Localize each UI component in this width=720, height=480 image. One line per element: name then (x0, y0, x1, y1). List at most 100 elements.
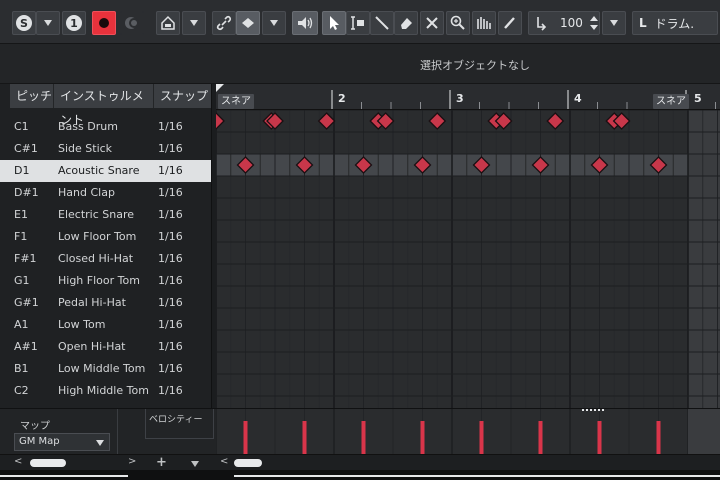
drum-instrument: High Floor Tom (58, 274, 140, 287)
velocity-bar[interactable] (597, 421, 602, 454)
drum-list-row[interactable]: G1 High Floor Tom 1/16 (0, 270, 211, 292)
pitch-column-header[interactable]: ピッチ (10, 84, 54, 108)
drum-pitch: B1 (14, 362, 29, 375)
velocity-bar[interactable] (538, 421, 543, 454)
drum-map-prefix: L (639, 16, 647, 30)
drum-pitch: A#1 (14, 340, 38, 353)
drum-instrument: Low Middle Tom (58, 362, 146, 375)
part-start-label: スネア (218, 94, 254, 109)
quantize-value-field[interactable]: 100 (528, 11, 600, 35)
selection-status: 選択オブジェクトなし (420, 59, 530, 72)
scroll-left-icon[interactable]: < (220, 456, 228, 467)
drum-pitch: E1 (14, 208, 28, 221)
draw-line-tool[interactable] (370, 11, 394, 35)
drum-list-row[interactable]: B1 Low Middle Tom 1/16 (0, 358, 211, 380)
drum-list-row[interactable]: A#1 Open Hi-Hat 1/16 (0, 336, 211, 358)
inspector-button[interactable] (156, 11, 180, 35)
home-icon (161, 15, 175, 30)
edit-mode-dropdown-button[interactable] (262, 11, 286, 35)
velocity-bar[interactable] (243, 421, 248, 454)
drum-instrument: Bass Drum (58, 120, 118, 133)
event-display[interactable] (216, 110, 720, 408)
velocity-bar[interactable] (361, 421, 366, 454)
link-button[interactable] (212, 11, 236, 35)
drum-list-row[interactable]: F#1 Closed Hi-Hat 1/16 (0, 248, 211, 270)
listen-button[interactable]: 1 (62, 11, 86, 35)
bass-drum-note[interactable] (216, 112, 225, 130)
auto-scroll-button[interactable] (120, 11, 144, 35)
bar-number: 5 (694, 92, 702, 105)
velocity-lane[interactable] (216, 408, 720, 454)
drum-list-row[interactable]: C2 High Middle Tom 1/16 (0, 380, 211, 402)
drumstick-tool[interactable] (472, 11, 496, 35)
event-grid[interactable] (216, 110, 720, 408)
drum-list-scrollbar-thumb[interactable] (30, 459, 66, 467)
chevron-down-icon (190, 20, 198, 26)
drum-pitch: F1 (14, 230, 28, 243)
quantize-value: 100 (560, 16, 583, 30)
zoom-icon (450, 15, 465, 30)
mute-tool[interactable] (420, 11, 444, 35)
velocity-lane-grid[interactable] (216, 409, 720, 454)
record-icon (99, 18, 109, 28)
zoom-tool[interactable] (446, 11, 470, 35)
drum-instrument: Side Stick (58, 142, 113, 155)
ruler[interactable]: 2 3 4 5 スネア スネア (216, 84, 720, 110)
bass-drum-note[interactable] (546, 112, 565, 130)
velocity-bar[interactable] (302, 421, 307, 454)
erase-tool[interactable] (394, 11, 418, 35)
velocity-bar[interactable] (479, 421, 484, 454)
drum-list-row[interactable]: D#1 Hand Clap 1/16 (0, 182, 211, 204)
drum-snap: 1/16 (158, 384, 183, 397)
eraser-icon (401, 18, 412, 29)
drum-list-row[interactable]: C#1 Side Stick 1/16 (0, 138, 211, 160)
drum-snap: 1/16 (158, 208, 183, 221)
inspector-dropdown-button[interactable] (182, 11, 206, 35)
velocity-lane-selector[interactable]: ベロシティー (145, 409, 214, 439)
drum-pitch: C2 (14, 384, 29, 397)
solo-button[interactable]: S (12, 11, 36, 35)
chevron-down-icon (270, 20, 278, 26)
quantize-dropdown-button[interactable] (602, 11, 626, 35)
controller-lane-panel: マップ GM Map ベロシティー (0, 408, 216, 455)
resize-handle[interactable] (211, 346, 212, 370)
drum-list-row[interactable]: G#1 Pedal Hi-Hat 1/16 (0, 292, 211, 314)
drum-snap: 1/16 (158, 142, 183, 155)
arrow-cursor-icon (330, 16, 339, 30)
velocity-bar[interactable] (656, 421, 661, 454)
instrument-column-header[interactable]: インストゥルメント (54, 84, 154, 127)
drum-list-row[interactable]: E1 Electric Snare 1/16 (0, 204, 211, 226)
map-select[interactable]: GM Map (14, 433, 110, 451)
drum-list-row[interactable]: C1 Bass Drum 1/16 (0, 116, 211, 138)
scroll-left-icon[interactable]: < (14, 456, 22, 467)
line-draw-tool[interactable] (498, 11, 522, 35)
drum-list-row[interactable]: D1 Acoustic Snare 1/16 (0, 160, 211, 182)
solo-icon: S (16, 15, 32, 31)
drum-list-row[interactable]: F1 Low Floor Tom 1/16 (0, 226, 211, 248)
stepper-icon[interactable] (589, 15, 599, 31)
drum-list-row[interactable]: A1 Low Tom 1/16 (0, 314, 211, 336)
bass-drum-note[interactable] (428, 112, 447, 130)
scroll-right-icon[interactable]: > (128, 456, 136, 467)
velocity-bar[interactable] (420, 421, 425, 454)
acoustic-feedback-button[interactable] (292, 11, 318, 35)
bar-number: 4 (574, 92, 582, 105)
chevron-down-icon[interactable] (190, 460, 200, 468)
drum-map-select[interactable]: L ドラム. (632, 11, 718, 35)
event-scrollbar-thumb[interactable] (234, 459, 262, 467)
drum-pitch: C#1 (14, 142, 38, 155)
bass-drum-note[interactable] (317, 112, 336, 130)
drum-edit-button[interactable] (236, 11, 260, 35)
drum-snap: 1/16 (158, 362, 183, 375)
drum-snap: 1/16 (158, 296, 183, 309)
bottom-bar: < > + < (0, 454, 720, 470)
listen-icon: 1 (66, 15, 82, 31)
record-button[interactable] (92, 11, 116, 35)
snap-column-header[interactable]: スナップ (154, 84, 211, 108)
object-selection-tool[interactable] (322, 11, 346, 35)
drum-snap: 1/16 (158, 252, 183, 265)
pencil-icon (504, 17, 515, 29)
range-selection-tool[interactable] (346, 11, 370, 35)
solo-dropdown-button[interactable] (36, 11, 60, 35)
add-lane-icon[interactable]: + (156, 455, 167, 470)
